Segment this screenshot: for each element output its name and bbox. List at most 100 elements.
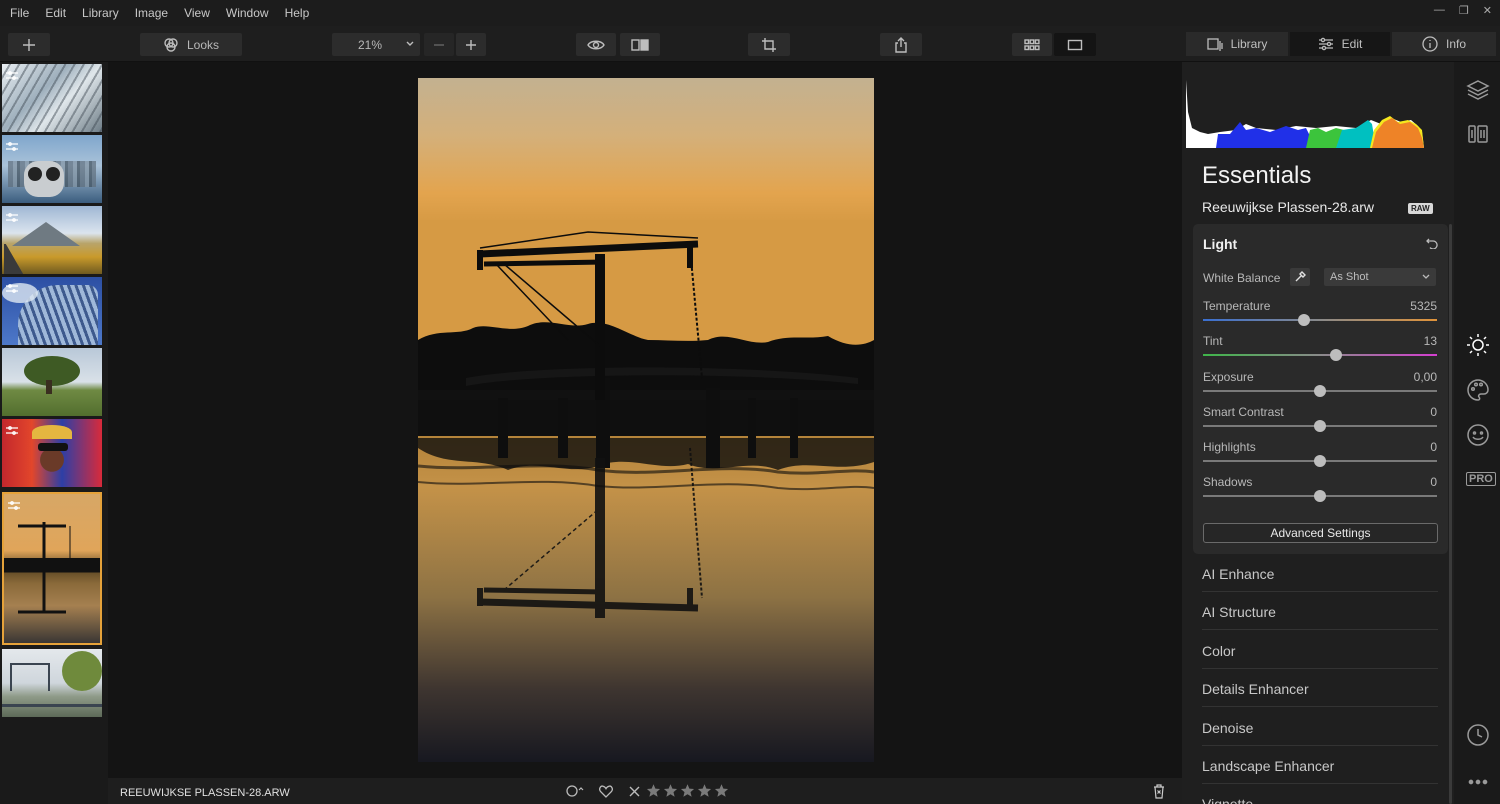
- panel-file-name: Reeuwijkse Plassen-28.arw: [1202, 199, 1374, 215]
- crop-button[interactable]: [748, 33, 790, 56]
- looks-label: Looks: [186, 37, 220, 52]
- thumbnail-road: [4, 244, 34, 274]
- single-image-icon: [1067, 39, 1083, 50]
- menu-help[interactable]: Help: [277, 6, 318, 20]
- preview-button[interactable]: [576, 33, 616, 56]
- edited-badge-icon: [6, 422, 18, 435]
- layers-button[interactable]: [1466, 78, 1490, 102]
- slider-label: Temperature: [1203, 299, 1271, 313]
- shadows-slider[interactable]: Shadows 0: [1203, 475, 1437, 505]
- creative-button[interactable]: [1466, 378, 1490, 402]
- compare-button[interactable]: [620, 33, 660, 56]
- layers-icon: [1466, 80, 1490, 100]
- slider-knob[interactable]: [1330, 349, 1343, 361]
- slider-knob[interactable]: [1314, 455, 1326, 467]
- slider-label: Smart Contrast: [1203, 405, 1284, 419]
- slider-knob[interactable]: [1314, 385, 1326, 397]
- star-icon[interactable]: [714, 783, 729, 798]
- thumbnail-glass-building[interactable]: [2, 277, 102, 345]
- menu-library[interactable]: Library: [74, 6, 127, 20]
- slider-value: 0: [1430, 440, 1437, 454]
- star-icon[interactable]: [680, 783, 695, 798]
- essentials-button[interactable]: [1466, 333, 1490, 357]
- portrait-button[interactable]: [1466, 423, 1490, 447]
- white-balance-select[interactable]: As Shot: [1324, 268, 1436, 286]
- looks-icon: [164, 37, 178, 52]
- history-button[interactable]: [1466, 723, 1490, 747]
- thumbnail-bridge-selected[interactable]: [2, 492, 102, 645]
- heart-icon[interactable]: [599, 785, 613, 801]
- thumbnail-deck: [2, 704, 102, 707]
- temperature-slider[interactable]: Temperature 5325: [1203, 299, 1437, 329]
- menu-view[interactable]: View: [176, 6, 218, 20]
- star-rating[interactable]: [646, 783, 729, 798]
- star-icon[interactable]: [697, 783, 712, 798]
- grid-view-button[interactable]: [1012, 33, 1052, 56]
- star-icon[interactable]: [646, 783, 661, 798]
- presets-button[interactable]: [1466, 122, 1490, 146]
- slider-knob[interactable]: [1314, 490, 1326, 502]
- single-view-button[interactable]: [1054, 33, 1096, 56]
- eyedropper-button[interactable]: [1290, 268, 1310, 286]
- star-icon[interactable]: [663, 783, 678, 798]
- section-ai-structure[interactable]: AI Structure: [1202, 592, 1438, 630]
- close-icon[interactable]: ✕: [1483, 4, 1492, 17]
- thumbnail-binoculars[interactable]: [2, 135, 102, 203]
- edited-badge-icon: [6, 280, 18, 293]
- add-button[interactable]: [8, 33, 50, 56]
- edited-badge-icon: [6, 67, 18, 80]
- highlights-slider[interactable]: Highlights 0: [1203, 440, 1437, 470]
- tab-edit[interactable]: Edit: [1290, 32, 1390, 56]
- zoom-in-button[interactable]: [456, 33, 486, 56]
- flag-circle-icon[interactable]: [566, 784, 584, 801]
- tab-library[interactable]: Library: [1186, 32, 1288, 56]
- section-landscape-enhancer[interactable]: Landscape Enhancer: [1202, 746, 1438, 784]
- zoom-select[interactable]: 21%: [332, 33, 420, 56]
- slider-track[interactable]: [1203, 354, 1437, 356]
- reset-icon[interactable]: [1426, 236, 1438, 254]
- thumbnail-trunk: [46, 380, 52, 394]
- menu-window[interactable]: Window: [218, 6, 277, 20]
- section-vignette[interactable]: Vignette: [1202, 784, 1438, 804]
- slider-knob[interactable]: [1297, 314, 1310, 326]
- pro-badge[interactable]: PRO: [1466, 472, 1496, 486]
- book-icon: [1468, 125, 1488, 143]
- thumbnail-canopy: [24, 356, 80, 386]
- sliders-icon: [1318, 37, 1333, 51]
- restore-icon[interactable]: ❐: [1459, 4, 1469, 17]
- thumbnail-architecture[interactable]: [2, 64, 102, 132]
- histogram: [1186, 72, 1424, 148]
- export-button[interactable]: [880, 33, 922, 56]
- chevron-down-icon: [1422, 274, 1430, 279]
- sun-icon: [1467, 334, 1489, 356]
- thumbnail-carnival[interactable]: [2, 419, 102, 487]
- more-button[interactable]: [1466, 770, 1490, 794]
- exposure-slider[interactable]: Exposure 0,00: [1203, 370, 1437, 400]
- section-details-enhancer[interactable]: Details Enhancer: [1202, 669, 1438, 707]
- light-title[interactable]: Light: [1203, 236, 1237, 252]
- looks-button[interactable]: Looks: [140, 33, 242, 56]
- menu-file[interactable]: File: [0, 6, 37, 20]
- section-ai-enhance[interactable]: AI Enhance: [1202, 554, 1438, 592]
- tint-slider[interactable]: Tint 13: [1203, 334, 1437, 364]
- share-icon: [895, 36, 907, 53]
- minimize-icon[interactable]: —: [1434, 4, 1445, 17]
- menu-image[interactable]: Image: [127, 6, 176, 20]
- trash-icon[interactable]: [1153, 784, 1165, 802]
- thumbnail-tree[interactable]: [2, 348, 102, 416]
- thumbnail-harbor[interactable]: [2, 649, 102, 717]
- section-color[interactable]: Color: [1202, 631, 1438, 669]
- smart-contrast-slider[interactable]: Smart Contrast 0: [1203, 405, 1437, 435]
- reject-icon[interactable]: [629, 786, 640, 800]
- tab-info[interactable]: Info: [1392, 32, 1496, 56]
- slider-knob[interactable]: [1314, 420, 1326, 432]
- panel-scrollbar[interactable]: [1449, 224, 1452, 804]
- thumbnail-mountain[interactable]: [2, 206, 102, 274]
- slider-track[interactable]: [1203, 319, 1437, 321]
- image-canvas[interactable]: [108, 62, 1182, 778]
- tool-rail: PRO: [1454, 62, 1500, 804]
- zoom-out-button[interactable]: [424, 33, 454, 56]
- advanced-settings-button[interactable]: Advanced Settings: [1203, 523, 1438, 543]
- section-denoise[interactable]: Denoise: [1202, 708, 1438, 746]
- menu-edit[interactable]: Edit: [37, 6, 74, 20]
